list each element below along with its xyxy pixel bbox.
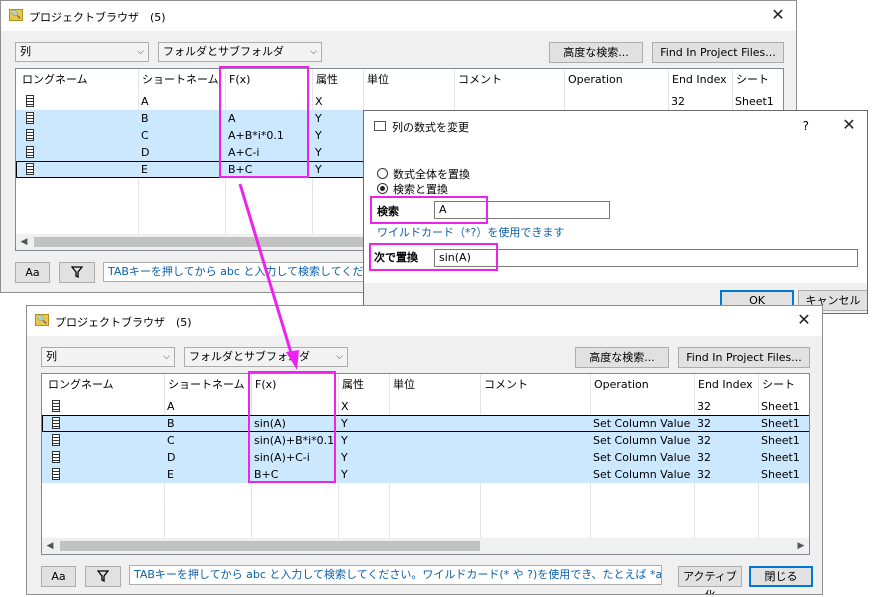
type-combo[interactable]: 列 ⌵ — [41, 347, 175, 367]
fx-highlight-bottom — [248, 371, 336, 483]
filter-icon — [70, 266, 84, 279]
header-end-index[interactable]: End Index — [668, 69, 727, 91]
header-sheet[interactable]: シート — [732, 69, 769, 91]
close-icon[interactable]: ✕ — [768, 5, 788, 25]
close-icon[interactable]: ✕ — [839, 115, 859, 135]
column-icon — [52, 417, 60, 429]
filter-button[interactable] — [85, 566, 121, 587]
dialog-icon — [374, 121, 386, 131]
project-browser-icon: 🔍 — [35, 314, 49, 326]
scroll-right-icon[interactable]: ▶ — [793, 538, 809, 554]
dialog-title-bar: 列の数式を変更 ? ✕ — [364, 111, 867, 141]
header-comment[interactable]: コメント — [454, 69, 502, 91]
dialog-body: 数式全体を置換 検索と置換 検索 A ワイルドカード（*?）を使用できます 次で… — [364, 141, 867, 283]
table-row[interactable]: C sin(A)+B*i*0.1 Y Set Column Value 32 S… — [42, 432, 809, 449]
chevron-down-icon: ⌵ — [137, 47, 144, 57]
table-row[interactable]: A X 32 Sheet1 — [16, 93, 783, 110]
column-icon — [52, 451, 60, 463]
scroll-thumb[interactable] — [60, 541, 480, 551]
scroll-left-icon[interactable]: ◀ — [16, 234, 32, 250]
title-bar: 🔍 プロジェクトブラウザ (5) ✕ — [27, 306, 822, 336]
header-attribute[interactable]: 属性 — [312, 69, 338, 91]
search-replace-label: 検索と置換 — [393, 183, 448, 196]
folder-combo[interactable]: フォルダとサブフォルダ ⌵ — [158, 42, 322, 62]
horizontal-scrollbar[interactable]: ◀ ▶ — [42, 538, 809, 554]
wildcard-hint: ワイルドカード（*?）を使用できます — [377, 226, 565, 239]
chevron-down-icon: ⌵ — [336, 352, 343, 362]
header-operation[interactable]: Operation — [564, 69, 623, 91]
filter-button[interactable] — [59, 262, 95, 283]
table-row[interactable]: E B+C Y Set Column Value 32 Sheet1 — [42, 466, 809, 483]
table-row[interactable]: D sin(A)+C-i Y Set Column Value 32 Sheet… — [42, 449, 809, 466]
close-icon[interactable]: ✕ — [794, 310, 814, 330]
search-input[interactable]: TABキーを押してから abc と入力して検索してくださ — [103, 262, 368, 282]
column-icon — [52, 434, 60, 446]
column-icon — [26, 112, 34, 124]
title-bar: 🔍 プロジェクトブラウザ (5) ✕ — [1, 1, 796, 31]
table-row[interactable]: B sin(A) Y Set Column Value 32 Sheet1 — [42, 415, 809, 432]
header-shortname[interactable]: ショートネーム — [138, 69, 219, 91]
column-grid[interactable]: ロングネーム ショートネーム F(x) 属性 単位 コメント Operation… — [41, 373, 810, 555]
scroll-left-icon[interactable]: ◀ — [42, 538, 58, 554]
header-longname[interactable]: ロングネーム — [44, 374, 114, 396]
find-in-project-files-button[interactable]: Find In Project Files... — [652, 42, 784, 63]
project-browser-window-bottom: 🔍 プロジェクトブラウザ (5) ✕ 列 ⌵ フォルダとサブフォルダ ⌵ 高度な検索… — [26, 305, 823, 595]
header-longname[interactable]: ロングネーム — [18, 69, 88, 91]
chevron-down-icon: ⌵ — [310, 47, 317, 57]
dialog-title: 列の数式を変更 — [392, 121, 469, 134]
header-unit[interactable]: 単位 — [389, 374, 415, 396]
search-highlight — [370, 196, 488, 224]
header-attribute[interactable]: 属性 — [338, 374, 364, 396]
column-icon — [26, 95, 34, 107]
grid-header: ロングネーム ショートネーム F(x) 属性 単位 コメント Operation… — [42, 374, 809, 396]
help-icon[interactable]: ? — [803, 119, 809, 133]
header-unit[interactable]: 単位 — [363, 69, 389, 91]
change-formula-dialog: 列の数式を変更 ? ✕ 数式全体を置換 検索と置換 検索 A ワイルドカード（*… — [363, 110, 868, 314]
replace-all-label: 数式全体を置換 — [393, 168, 470, 181]
column-icon — [26, 129, 34, 141]
header-operation[interactable]: Operation — [590, 374, 649, 396]
advanced-search-button[interactable]: 高度な検索... — [549, 42, 643, 63]
column-icon — [52, 468, 60, 480]
window-title: プロジェクトブラウザ (5) — [29, 11, 166, 24]
column-icon — [26, 163, 34, 175]
search-input[interactable]: TABキーを押してから abc と入力して検索してください。ワイルドカード(* … — [129, 565, 662, 585]
search-replace-radio[interactable] — [377, 183, 388, 194]
table-row[interactable]: A X 32 Sheet1 — [42, 398, 809, 415]
grid-header: ロングネーム ショートネーム F(x) 属性 単位 コメント Operation… — [16, 69, 783, 91]
header-comment[interactable]: コメント — [480, 374, 528, 396]
column-icon — [52, 400, 60, 412]
activate-button[interactable]: アクティブ化 — [678, 566, 742, 594]
header-sheet[interactable]: シート — [758, 374, 795, 396]
advanced-search-button[interactable]: 高度な検索... — [575, 347, 669, 368]
header-shortname[interactable]: ショートネーム — [164, 374, 245, 396]
filter-icon — [96, 570, 110, 583]
replace-highlight — [369, 243, 498, 271]
find-in-project-files-button[interactable]: Find In Project Files... — [678, 347, 810, 368]
close-button[interactable]: 閉じる — [749, 566, 813, 587]
type-combo[interactable]: 列 ⌵ — [15, 42, 149, 62]
match-case-button[interactable]: Aa — [15, 262, 50, 283]
fx-highlight-top — [219, 66, 309, 178]
folder-combo[interactable]: フォルダとサブフォルダ ⌵ — [184, 347, 348, 367]
chevron-down-icon: ⌵ — [163, 352, 170, 362]
project-browser-icon: 🔍 — [9, 9, 23, 21]
window-title: プロジェクトブラウザ (5) — [55, 316, 192, 329]
match-case-button[interactable]: Aa — [41, 566, 76, 587]
column-icon — [26, 146, 34, 158]
header-end-index[interactable]: End Index — [694, 374, 753, 396]
replace-all-radio[interactable] — [377, 168, 388, 179]
